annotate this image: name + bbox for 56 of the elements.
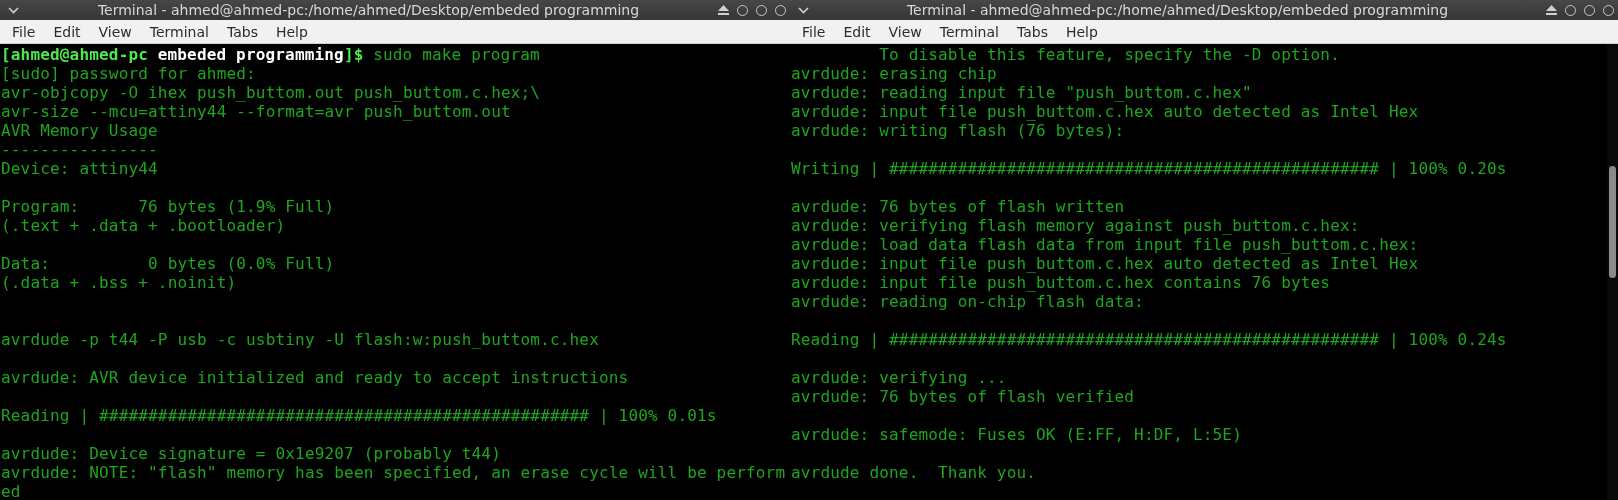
output-line: (.text + .data + .bootloader) [1, 216, 286, 235]
output-line: ---------------- [1, 140, 158, 159]
output-line: Data: 0 bytes (0.0% Full) [1, 254, 335, 273]
menu-item[interactable]: Terminal [140, 23, 218, 40]
chevron-down-icon[interactable] [798, 6, 809, 14]
output-line: avrdude: reading on-chip flash data: [791, 292, 1144, 311]
output-line: [sudo] password for ahmed: [1, 64, 256, 83]
window-title: Terminal - ahmed@ahmed-pc:/home/ahmed/Desktop/embeded programming [905, 2, 1450, 18]
scrollbar-thumb[interactable] [1609, 166, 1616, 278]
output-line: avrdude: verifying flash memory against push_buttom.c.hex: [791, 216, 1360, 235]
menu-item[interactable]: Help [1056, 23, 1107, 40]
output-line: (.data + .bss + .noinit) [1, 273, 237, 292]
menu-item[interactable]: View [89, 23, 141, 40]
output-line: avrdude done. Thank you. [791, 463, 1037, 482]
output-line: To disable this feature, specify the -D option. [878, 45, 1340, 64]
output-line: avrdude: NOTE: "flash" memory has been specified, an erase cycle will be perform [1, 463, 786, 482]
menu-item[interactable]: Tabs [1007, 23, 1057, 40]
menu-item[interactable]: Help [266, 23, 317, 40]
menu-item[interactable]: Terminal [930, 23, 1008, 40]
prompt-user: [ahmed@ahmed-pc [1, 45, 149, 64]
prompt-symbol: ]$ [343, 45, 364, 64]
window-title: Terminal - ahmed@ahmed-pc:/home/ahmed/Desktop/embeded programming [96, 2, 641, 18]
output-line: avrdude: load data flash data from input file push_buttom.c.hex: [791, 235, 1419, 254]
menu-item[interactable]: File [793, 23, 835, 40]
menu-item[interactable]: Edit [834, 23, 880, 40]
output-line: avrdude: erasing chip [791, 64, 997, 83]
output-line: avrdude: 76 bytes of flash written [791, 197, 1125, 216]
output-line: avr-size --mcu=attiny44 --format=avr push_buttom.out [1, 102, 511, 121]
output-line: avrdude: input file push_buttom.c.hex contains 76 bytes [791, 273, 1331, 292]
eject-icon[interactable] [718, 5, 729, 15]
prompt-directory: embeded programming [157, 45, 344, 64]
output-line: avrdude: writing flash (76 bytes): [791, 121, 1125, 140]
menu-item[interactable]: Tabs [217, 23, 267, 40]
command-text: sudo make program [373, 45, 540, 64]
output-line: avrdude: safemode: Fuses OK (E:FF, H:DF, L:5E) [791, 425, 1242, 444]
output-line: AVR Memory Usage [1, 121, 158, 140]
output-line: avrdude: input file push_buttom.c.hex auto detected as Intel Hex [791, 254, 1419, 273]
output-line: avrdude: verifying ... [791, 368, 1007, 387]
output-line: avrdude -p t44 -P usb -c usbtiny -U flash:w:push_buttom.c.hex [1, 330, 599, 349]
menu-item[interactable]: View [879, 23, 931, 40]
output-line: Device: attiny44 [1, 159, 158, 178]
output-line: avrdude: 76 bytes of flash verified [791, 387, 1135, 406]
output-line: ed [1, 482, 21, 500]
eject-icon[interactable] [1546, 5, 1557, 15]
output-line: avr-objcopy -O ihex push_buttom.out push_buttom.c.hex;\ [1, 83, 541, 102]
chevron-down-icon[interactable] [8, 6, 19, 14]
output-line: Reading | ################################################## | 100% 0.24s [791, 330, 1507, 349]
menu-item[interactable]: File [3, 23, 45, 40]
output-line: avrdude: reading input file "push_buttom.c.hex" [791, 83, 1252, 102]
output-line: Writing | ################################################## | 100% 0.20s [791, 159, 1507, 178]
output-line: avrdude: AVR device initialized and ready to accept instructions [1, 368, 629, 387]
output-line: Reading | ################################################## | 100% 0.01s [1, 406, 717, 425]
menu-item[interactable]: Edit [44, 23, 90, 40]
output-line: Program: 76 bytes (1.9% Full) [1, 197, 335, 216]
output-line: avrdude: input file push_buttom.c.hex auto detected as Intel Hex [791, 102, 1419, 121]
output-line: avrdude: Device signature = 0x1e9207 (probably t44) [1, 444, 501, 463]
